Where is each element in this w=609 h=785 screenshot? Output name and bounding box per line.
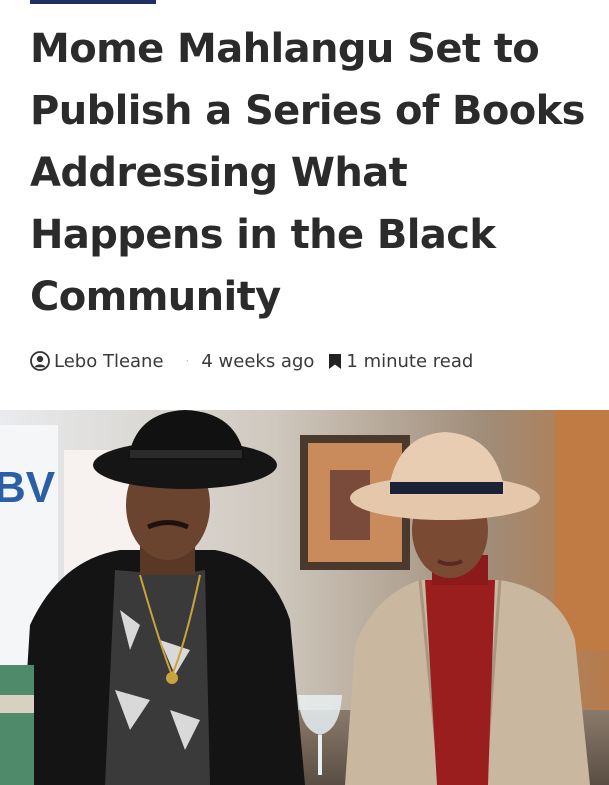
backdrop-banner-text: BV: [0, 463, 56, 512]
article-meta: Lebo Tleane · 4 weeks ago 1 minute read: [30, 346, 473, 376]
meta-separator: ·: [185, 354, 190, 368]
article-title: Mome Mahlangu Set to Publish a Series of…: [30, 26, 585, 320]
read-time: 1 minute read: [346, 350, 474, 372]
category-bar: [30, 0, 156, 4]
user-circle-icon: [30, 351, 50, 371]
author-name: Lebo Tleane: [54, 350, 164, 372]
author-link[interactable]: Lebo Tleane: [30, 351, 164, 372]
featured-image: BV: [0, 410, 609, 785]
bookmark-icon: [328, 353, 342, 370]
post-date: 4 weeks ago: [201, 350, 315, 372]
